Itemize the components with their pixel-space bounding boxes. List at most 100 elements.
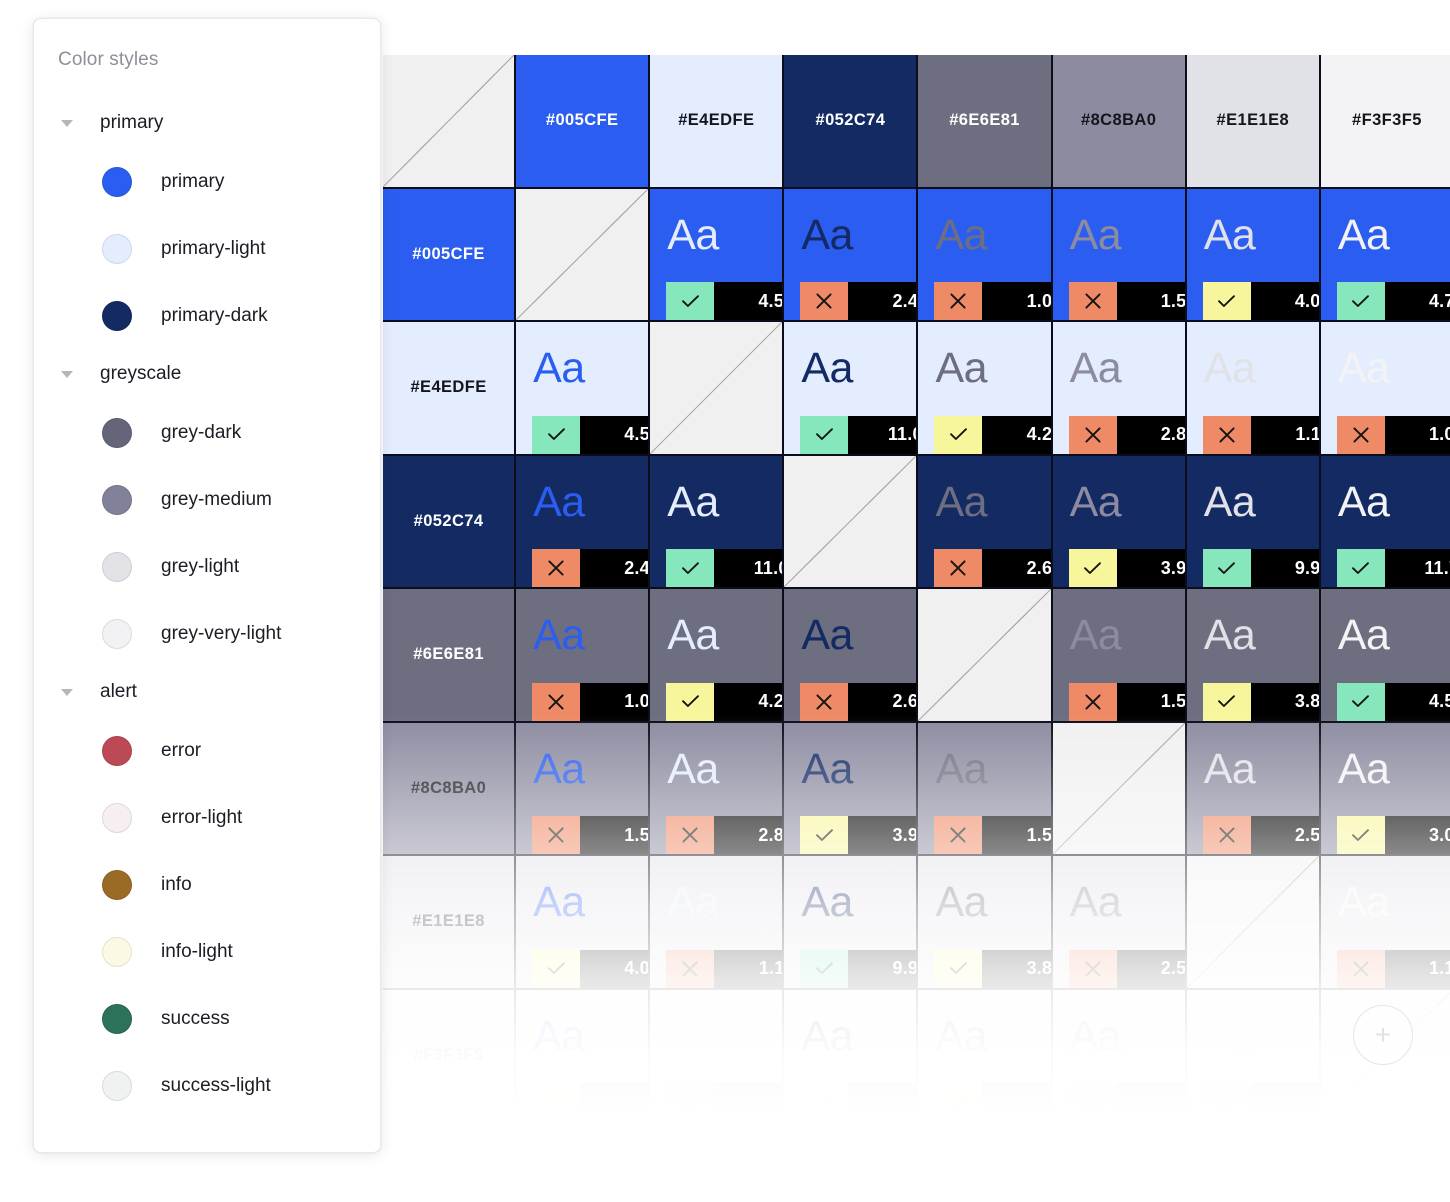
color-style-item[interactable]: error xyxy=(34,717,380,784)
color-style-item[interactable]: grey-very-light xyxy=(34,600,380,667)
caret-down-icon[interactable] xyxy=(61,370,73,378)
color-style-item[interactable]: primary xyxy=(34,148,380,215)
matrix-row-header[interactable]: #E1E1E8 xyxy=(383,856,517,990)
color-style-item[interactable]: grey-dark xyxy=(34,399,380,466)
matrix-cell[interactable]: Aa 3.83 xyxy=(1186,589,1321,723)
matrix-cell[interactable]: Aa xyxy=(650,989,785,1115)
matrix-column-header[interactable]: #6E6E81 xyxy=(918,55,1053,189)
matrix-cell[interactable]: Aa 2.60 xyxy=(918,455,1053,589)
color-style-item[interactable]: error-light xyxy=(34,784,380,851)
matrix-column-header[interactable]: #E4EDFE xyxy=(650,55,785,189)
matrix-cell[interactable]: Aa 2.83 xyxy=(1052,322,1187,456)
matrix-cell[interactable]: Aa 3.00 xyxy=(1320,722,1450,856)
matrix-cell[interactable]: Aa 1.59 xyxy=(1052,188,1187,322)
matrix-cell[interactable]: Aa 3.90 xyxy=(1052,455,1187,589)
contrast-badge[interactable]: 2.83 xyxy=(666,816,783,854)
matrix-row-header[interactable]: #6E6E81 xyxy=(383,589,517,723)
contrast-badge[interactable]: 4.50 xyxy=(532,415,649,454)
contrast-badge[interactable] xyxy=(666,1083,783,1115)
contrast-badge[interactable]: 3.83 xyxy=(934,949,1051,988)
contrast-badge[interactable] xyxy=(1202,1083,1319,1115)
matrix-cell[interactable]: Aa 11.02 xyxy=(650,455,785,589)
matrix-cell[interactable]: Aa 1.50 xyxy=(918,722,1053,856)
matrix-cell[interactable]: Aa 1.11 xyxy=(650,856,785,990)
matrix-column-header[interactable]: #8C8BA0 xyxy=(1052,55,1187,189)
style-group-primary[interactable]: primary xyxy=(34,98,380,148)
matrix-cell[interactable]: Aa 4.24 xyxy=(650,589,785,723)
matrix-column-header[interactable]: #005CFE xyxy=(516,55,651,189)
contrast-badge[interactable]: 4.78 xyxy=(1336,282,1450,320)
contrast-badge[interactable]: 1.06 xyxy=(934,282,1051,320)
caret-down-icon[interactable] xyxy=(61,119,73,127)
contrast-badge[interactable]: 9.97 xyxy=(1202,549,1319,587)
matrix-cell[interactable]: Aa xyxy=(918,989,1053,1115)
contrast-badge[interactable]: 1.59 xyxy=(1068,282,1185,320)
matrix-cell[interactable]: Aa 11.71 xyxy=(1320,455,1450,589)
matrix-cell[interactable]: Aa 4.07 xyxy=(516,856,651,990)
contrast-badge[interactable] xyxy=(1068,1083,1185,1115)
contrast-badge[interactable]: 3.90 xyxy=(800,816,917,854)
matrix-cell[interactable]: Aa 4.50 xyxy=(650,188,785,322)
color-style-item[interactable]: info xyxy=(34,851,380,918)
contrast-badge[interactable]: 1.11 xyxy=(1202,415,1319,454)
matrix-cell[interactable]: Aa 2.56 xyxy=(1186,722,1321,856)
matrix-cell[interactable]: Aa 4.78 xyxy=(1320,188,1450,322)
matrix-cell[interactable]: Aa xyxy=(516,989,651,1115)
contrast-badge[interactable] xyxy=(532,1083,649,1115)
matrix-cell[interactable]: Aa xyxy=(784,989,919,1115)
add-color-button[interactable]: + xyxy=(1353,1005,1413,1065)
matrix-cell[interactable]: Aa xyxy=(1052,989,1187,1115)
contrast-badge[interactable]: 2.83 xyxy=(1068,415,1185,454)
matrix-cell[interactable]: Aa 1.59 xyxy=(516,722,651,856)
matrix-cell[interactable]: Aa 4.24 xyxy=(918,322,1053,456)
contrast-badge[interactable]: 11.02 xyxy=(800,415,917,454)
matrix-cell[interactable]: Aa 1.06 xyxy=(1320,322,1450,456)
matrix-cell[interactable]: Aa xyxy=(1186,989,1321,1115)
matrix-column-header[interactable]: #E1E1E8 xyxy=(1186,55,1321,189)
style-group-alert[interactable]: alert xyxy=(34,667,380,717)
matrix-row-header[interactable]: #E4EDFE xyxy=(383,322,517,456)
matrix-cell[interactable]: Aa 9.97 xyxy=(1186,455,1321,589)
matrix-row-header[interactable]: #8C8BA0 xyxy=(383,722,517,856)
contrast-badge[interactable] xyxy=(800,1083,917,1115)
contrast-badge[interactable]: 1.50 xyxy=(934,816,1051,854)
color-style-item[interactable]: info-light xyxy=(34,918,380,985)
contrast-badge[interactable]: 2.60 xyxy=(800,682,917,721)
contrast-badge[interactable]: 2.56 xyxy=(1202,816,1319,854)
contrast-badge[interactable]: 4.07 xyxy=(532,949,649,988)
matrix-cell[interactable]: Aa 3.83 xyxy=(918,856,1053,990)
contrast-badge[interactable]: 4.24 xyxy=(666,682,783,721)
matrix-cell[interactable]: Aa 2.60 xyxy=(784,589,919,723)
matrix-row-header[interactable]: #052C74 xyxy=(383,455,517,589)
contrast-badge[interactable]: 2.45 xyxy=(800,282,917,320)
contrast-badge[interactable]: 3.00 xyxy=(1336,816,1450,854)
color-style-item[interactable]: primary-light xyxy=(34,215,380,282)
contrast-badge[interactable]: 1.06 xyxy=(532,682,649,721)
matrix-cell[interactable]: Aa 1.06 xyxy=(516,589,651,723)
color-style-item[interactable]: success xyxy=(34,985,380,1052)
contrast-badge[interactable]: 4.24 xyxy=(934,415,1051,454)
contrast-badge[interactable]: 1.50 xyxy=(1068,682,1185,721)
contrast-badge[interactable] xyxy=(934,1083,1051,1115)
style-group-greyscale[interactable]: greyscale xyxy=(34,349,380,399)
contrast-badge[interactable]: 4.50 xyxy=(1336,682,1450,721)
matrix-cell[interactable]: Aa 11.02 xyxy=(784,322,919,456)
matrix-cell[interactable]: Aa 2.83 xyxy=(650,722,785,856)
caret-down-icon[interactable] xyxy=(61,688,73,696)
matrix-row-header[interactable]: #F3F3F5 xyxy=(383,989,517,1115)
color-style-item[interactable]: grey-light xyxy=(34,533,380,600)
matrix-cell[interactable]: Aa 2.45 xyxy=(516,455,651,589)
contrast-badge[interactable]: 2.45 xyxy=(532,549,649,587)
matrix-cell[interactable]: Aa 1.50 xyxy=(1052,589,1187,723)
contrast-badge[interactable]: 4.07 xyxy=(1202,282,1319,320)
matrix-cell[interactable]: Aa 1.06 xyxy=(918,188,1053,322)
matrix-cell[interactable]: Aa 4.50 xyxy=(1320,589,1450,723)
matrix-cell[interactable]: Aa 2.56 xyxy=(1052,856,1187,990)
contrast-badge[interactable]: 1.17 xyxy=(1336,949,1450,988)
matrix-cell[interactable]: Aa 4.07 xyxy=(1186,188,1321,322)
matrix-column-header[interactable]: #F3F3F5 xyxy=(1320,55,1450,189)
matrix-cell[interactable]: Aa 9.97 xyxy=(784,856,919,990)
matrix-cell[interactable]: Aa 1.17 xyxy=(1320,856,1450,990)
matrix-column-header[interactable]: #052C74 xyxy=(784,55,919,189)
contrast-badge[interactable]: 1.06 xyxy=(1336,415,1450,454)
